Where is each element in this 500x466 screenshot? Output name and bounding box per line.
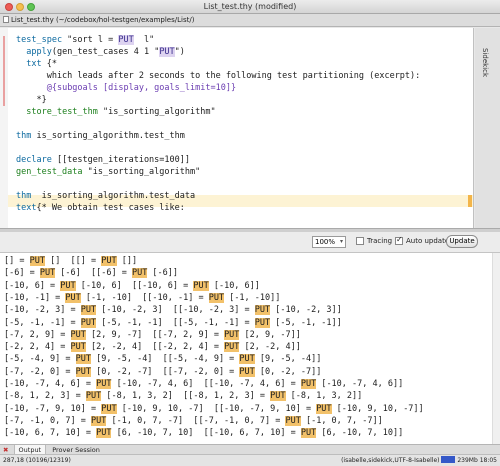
auto-update-checkbox[interactable]: [395, 235, 403, 245]
editor-line: thm is_sorting_algorithm.test_thm: [16, 131, 185, 141]
output-line: [-7, -1, 0, 7] = PUT [-1, 0, 7, -7] [[-7…: [4, 415, 383, 426]
output-line: [-5, -4, 9] = PUT [9, -5, -4] [[-5, -4, …: [4, 354, 322, 365]
editor-line: test_spec "sort l = PUT l": [16, 35, 155, 45]
buffer-mode: (isabelle,sidekick,UTF-8-Isabelle): [341, 457, 440, 464]
window-title-bar: List_test.thy (modified): [0, 0, 500, 14]
bottom-dock: ✖ Output Prover Session: [0, 444, 500, 455]
output-line: [-10, -1] = PUT [-1, -10] [[-10, -1] = P…: [4, 292, 281, 303]
gutter-marker: [3, 36, 5, 106]
editor-line: store_test_thm "is_sorting_algorithm": [26, 107, 216, 117]
output-line: [-7, -2, 0] = PUT [0, -2, -7] [[-7, -2, …: [4, 366, 322, 377]
output-line: [-10, -2, 3] = PUT [-10, -2, 3] [[-10, -…: [4, 305, 342, 316]
status-right: (isabelle,sidekick,UTF-8-Isabelle) 239Mb…: [341, 455, 497, 466]
window-title: List_test.thy (modified): [203, 2, 297, 11]
tracing-label: Tracing: [367, 237, 393, 245]
output-panel[interactable]: [] = PUT [] [[] = PUT []] [-6] = PUT [-6]…: [0, 252, 500, 444]
editor-line: declare [[testgen_iterations=100]]: [16, 155, 190, 165]
output-scrollbar[interactable]: [492, 253, 500, 444]
editor-line: apply(gen_test_cases 4 1 "PUT"): [26, 47, 185, 57]
editor-line: which leads after 2 seconds to the follo…: [16, 71, 421, 81]
editor-line: txt {*: [26, 59, 57, 69]
output-line: [-10, -7, 4, 6] = PUT [-10, -7, 4, 6] [[…: [4, 379, 404, 389]
sidekick-tab[interactable]: Sidekick: [481, 48, 489, 77]
output-line: [-5, -1, -1] = PUT [-5, -1, -1] [[-5, -1…: [4, 317, 342, 328]
output-line: [-10, 6] = PUT [-10, 6] [[-10, 6] = PUT …: [4, 280, 260, 291]
editor-line: thm is_sorting_algorithm.test_data: [16, 191, 196, 201]
zoom-value: 100%: [315, 238, 336, 246]
output-line: [-8, 1, 2, 3] = PUT [-8, 1, 3, 2] [[-8, …: [4, 391, 363, 402]
auto-update-label: Auto update: [406, 237, 450, 245]
close-icon[interactable]: ✖: [3, 446, 8, 454]
editor-line: text{* We obtain test cases like:: [16, 203, 185, 213]
output-line: [-6] = PUT [-6] [[-6] = PUT [-6]]: [4, 268, 179, 279]
memory-meter: [441, 456, 456, 463]
text-editor[interactable]: test_spec "sort l = PUT l" apply(gen_tes…: [0, 28, 474, 228]
editor-line: *}: [16, 95, 47, 105]
zoom-select[interactable]: 100% ▾: [312, 236, 346, 248]
zoom-window-button[interactable]: [27, 3, 35, 11]
caret-position: 287,18 (10196/12319): [3, 457, 71, 464]
editor-line: gen_test_data "is_sorting_algorithm": [16, 167, 201, 177]
buffer-tab[interactable]: List_test.thy (~/codebox/hol-testgen/exa…: [0, 14, 500, 27]
output-line: [] = PUT [] [[] = PUT []]: [4, 256, 138, 266]
minimize-window-button[interactable]: [16, 3, 24, 11]
buffer-tab-label: List_test.thy (~/codebox/hol-testgen/exa…: [11, 16, 195, 24]
tracing-checkbox[interactable]: [356, 237, 364, 245]
chevron-down-icon: ▾: [339, 238, 343, 245]
output-line: [-7, 2, 9] = PUT [2, 9, -7] [[-7, 2, 9] …: [4, 329, 301, 340]
output-line: [-10, -7, 9, 10] = PUT [-10, 9, 10, -7] …: [4, 403, 424, 414]
close-window-button[interactable]: [5, 3, 13, 11]
editor-line: @{subgoals [display, goals_limit=10]}: [46, 83, 237, 93]
document-icon: [3, 16, 9, 23]
output-line: [-10, 6, 7, 10] = PUT [6, -10, 7, 10] [[…: [4, 428, 404, 439]
caret-line-marker: [468, 195, 472, 207]
update-button[interactable]: Update: [446, 235, 478, 248]
status-bar: 287,18 (10196/12319) (isabelle,sidekick,…: [0, 454, 500, 466]
memory-status: 239Mb 18:05: [457, 457, 497, 464]
output-line: [-2, 2, 4] = PUT [2, -2, 4] [[-2, 2, 4] …: [4, 342, 301, 353]
